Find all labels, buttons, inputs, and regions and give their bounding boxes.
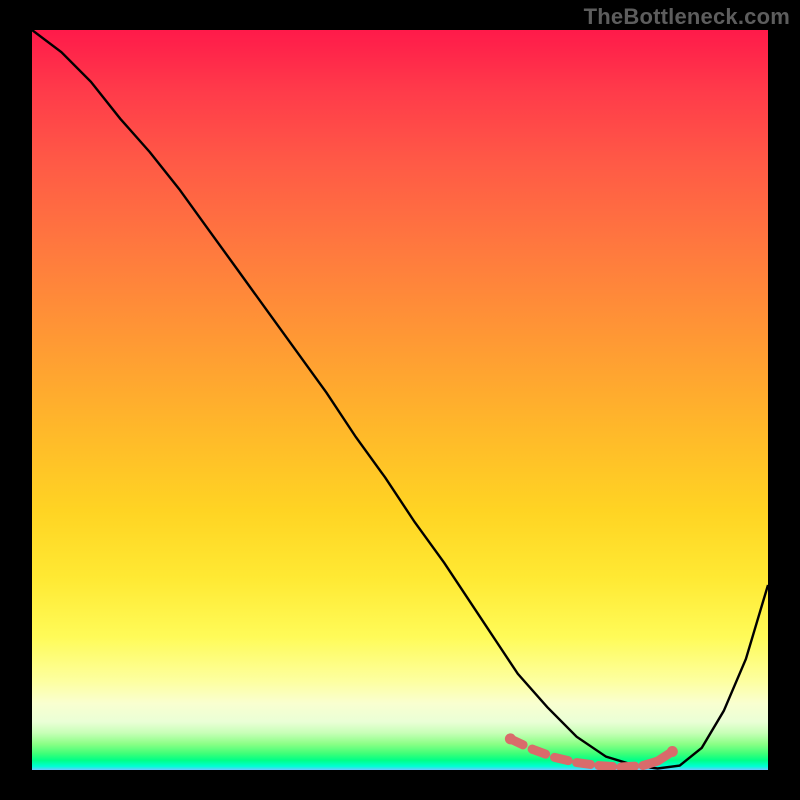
curve-path: [32, 30, 768, 769]
optimal-range-markers: [505, 733, 678, 767]
plot-area: [32, 30, 768, 770]
watermark-text: TheBottleneck.com: [584, 4, 790, 30]
optimal-range-dot: [505, 733, 516, 744]
optimal-range-dot: [667, 746, 678, 757]
bottleneck-curve: [32, 30, 768, 770]
chart-frame: { "watermark": "TheBottleneck.com", "col…: [0, 0, 800, 800]
